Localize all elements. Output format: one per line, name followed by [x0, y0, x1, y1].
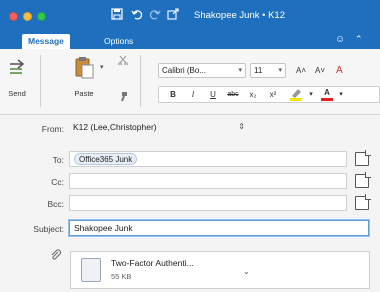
ribbon-tabs: Message Options ☺ ⌃ — [0, 32, 380, 49]
attachment-name: Two-Factor Authenti... — [111, 258, 194, 268]
collapse-ribbon-icon[interactable]: ⌃ — [355, 34, 363, 45]
italic-button[interactable]: I — [187, 87, 199, 102]
subject-field[interactable]: Shakopee Junk — [69, 220, 369, 236]
address-book-icon[interactable] — [355, 172, 371, 188]
subject-value: Shakopee Junk — [74, 223, 133, 233]
from-dropdown[interactable]: K12 (Lee,Christopher) ⇕ — [69, 120, 249, 136]
bcc-field[interactable] — [69, 195, 347, 211]
text-format-group: B I U abc x₂ x² ▾ A ▾ — [158, 86, 380, 103]
redo-icon[interactable] — [148, 8, 162, 22]
send-button[interactable]: Send — [4, 55, 30, 98]
to-label: To: — [52, 155, 64, 165]
font-name-dropdown[interactable]: Calibri (Bo... ▾ — [158, 63, 246, 78]
subject-label: Subject: — [33, 224, 64, 234]
send-icon — [10, 59, 25, 74]
paste-dropdown-icon[interactable]: ▾ — [100, 63, 104, 71]
paste-label: Paste — [74, 89, 94, 98]
shrink-font-button[interactable]: A˅ — [313, 63, 327, 78]
close-window-button[interactable] — [9, 12, 18, 21]
clear-formatting-icon[interactable]: A — [334, 63, 348, 78]
bold-button[interactable]: B — [167, 87, 179, 102]
undo-icon[interactable] — [130, 8, 144, 22]
font-name-value: Calibri (Bo... — [162, 66, 207, 75]
zoom-window-button[interactable] — [37, 12, 46, 21]
highlighter-icon — [290, 89, 302, 101]
file-icon — [81, 258, 101, 282]
superscript-button[interactable]: x² — [265, 87, 281, 102]
send-label: Send — [8, 89, 26, 98]
font-color-dropdown-icon[interactable]: ▾ — [337, 87, 345, 102]
smiley-feedback-icon[interactable]: ☺ — [335, 34, 345, 45]
customize-icon[interactable] — [166, 8, 180, 22]
subscript-button[interactable]: x₂ — [245, 87, 261, 102]
font-size-dropdown[interactable]: 11 ▾ — [250, 63, 286, 78]
address-book-icon[interactable] — [355, 194, 371, 210]
from-value: K12 (Lee,Christopher) — [73, 122, 157, 132]
ribbon: Send Paste ▾ Calibri (Bo... ▾ 11 ▾ A˄ A˅… — [0, 49, 380, 115]
attachment-card[interactable]: Two-Factor Authenti... 55 KB ⌄ — [70, 251, 370, 289]
chevron-down-icon: ▾ — [238, 67, 242, 74]
underline-button[interactable]: U — [207, 87, 219, 102]
chevron-down-icon: ▾ — [278, 67, 282, 74]
updown-chevron-icon: ⇕ — [238, 122, 245, 131]
svg-text:A: A — [336, 65, 343, 75]
grow-font-button[interactable]: A˄ — [294, 63, 308, 78]
title-bar: Shakopee Junk • K12 — [0, 0, 380, 32]
ribbon-separator — [140, 55, 141, 107]
save-icon[interactable] — [110, 8, 124, 22]
cut-icon[interactable] — [118, 55, 128, 67]
paste-button[interactable]: Paste — [70, 55, 98, 98]
ribbon-separator — [40, 55, 41, 107]
tab-message[interactable]: Message — [22, 34, 70, 49]
to-field[interactable]: Office365 Junk — [69, 151, 347, 167]
from-label: From: — [41, 124, 64, 134]
paperclip-icon — [50, 249, 62, 264]
tab-options[interactable]: Options — [98, 34, 139, 49]
attachment-size: 55 KB — [111, 272, 132, 281]
font-size-value: 11 — [254, 66, 263, 75]
format-painter-icon[interactable] — [118, 91, 129, 105]
paste-icon — [75, 57, 94, 79]
font-color-swatch — [321, 98, 333, 101]
font-color-glyph: A — [324, 88, 330, 97]
bcc-label: Bcc: — [47, 199, 64, 209]
cc-field[interactable] — [69, 173, 347, 189]
highlight-button[interactable] — [287, 87, 305, 102]
highlight-dropdown-icon[interactable]: ▾ — [307, 87, 315, 102]
strikethrough-button[interactable]: abc — [225, 87, 241, 102]
recipient-chip[interactable]: Office365 Junk — [74, 153, 138, 165]
cc-label: Cc: — [51, 177, 64, 187]
font-color-button[interactable]: A — [319, 87, 335, 102]
window-title: Shakopee Junk • K12 — [194, 10, 286, 21]
attachment-menu-icon[interactable]: ⌄ — [243, 267, 250, 276]
address-book-icon[interactable] — [355, 150, 371, 166]
minimize-window-button[interactable] — [23, 12, 32, 21]
